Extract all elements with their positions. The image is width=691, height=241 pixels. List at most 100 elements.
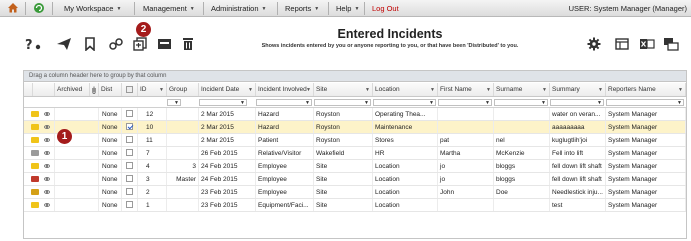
cell-reporter: System Manager bbox=[606, 147, 686, 159]
inbox-icon[interactable] bbox=[157, 37, 175, 51]
group-by-bar[interactable]: Drag a column header here to group by th… bbox=[24, 71, 686, 82]
menu-help[interactable]: Help ▼ bbox=[336, 0, 359, 17]
question-icon[interactable]: ? bbox=[25, 37, 43, 53]
row-checkbox[interactable] bbox=[126, 123, 133, 130]
gear-icon[interactable] bbox=[587, 37, 605, 51]
cell-id[interactable]: 4 bbox=[138, 160, 167, 172]
cell-first: Martha bbox=[438, 147, 494, 159]
row-checkbox[interactable] bbox=[126, 110, 133, 117]
cell-dist: None bbox=[99, 121, 122, 133]
cell-id[interactable]: 2 bbox=[138, 186, 167, 198]
cell-id[interactable]: 10 bbox=[138, 121, 167, 133]
cell-date: 2 Mar 2015 bbox=[199, 108, 256, 120]
col-group[interactable]: Group bbox=[167, 83, 199, 96]
status-envelope-icon bbox=[31, 110, 39, 117]
menu-my-workspace[interactable]: My Workspace ▼ bbox=[64, 0, 121, 17]
col-incident-date[interactable]: Incident Date ▼ bbox=[199, 83, 256, 96]
cell-id[interactable]: 7 bbox=[138, 147, 167, 159]
table-row[interactable]: None 12 2 Mar 2015 Hazard Royston Operating T… bbox=[24, 108, 686, 121]
cell-dist: None bbox=[99, 147, 122, 159]
table-row[interactable]: None 4 3 24 Feb 2015 Employee Site Location jo b… bbox=[24, 160, 686, 173]
filter-first-name[interactable]: ▼ bbox=[438, 99, 492, 106]
filter-reporters-name[interactable]: ▼ bbox=[606, 99, 684, 106]
cell-id[interactable]: 3 bbox=[138, 173, 167, 185]
filter-group[interactable]: ▼ bbox=[167, 99, 181, 106]
table-row[interactable]: None 1 23 Feb 2015 Equipment/Faci... Site Loc… bbox=[24, 199, 686, 212]
cell-date: 23 Feb 2015 bbox=[199, 186, 256, 198]
cell-first: jo bbox=[438, 173, 494, 185]
filter-site[interactable]: ▼ bbox=[314, 99, 371, 106]
col-archived[interactable]: Archived bbox=[55, 83, 90, 96]
cell-site: Royston bbox=[314, 108, 373, 120]
menu-reports[interactable]: Reports ▼ bbox=[285, 0, 319, 17]
col-surname[interactable]: Surname ▼ bbox=[494, 83, 550, 96]
logout-link[interactable]: Log Out bbox=[372, 0, 399, 17]
columns-icon[interactable] bbox=[663, 37, 681, 51]
view-eye-icon[interactable] bbox=[44, 138, 50, 142]
view-eye-icon[interactable] bbox=[44, 164, 50, 168]
cell-id[interactable]: 11 bbox=[138, 134, 167, 146]
cell-id[interactable]: 1 bbox=[138, 199, 167, 211]
row-checkbox[interactable] bbox=[126, 175, 133, 182]
filter-incident-date[interactable]: ▼ bbox=[199, 99, 247, 106]
cell-group bbox=[167, 134, 199, 146]
filter-surname[interactable]: ▼ bbox=[494, 99, 548, 106]
row-checkbox[interactable] bbox=[126, 188, 133, 195]
page-title: Entered Incidents bbox=[337, 27, 443, 41]
col-reporters-name[interactable]: Reporters Name ▼ bbox=[606, 83, 686, 96]
cell-summary: Fell into lift bbox=[550, 147, 606, 159]
col-site[interactable]: Site ▼ bbox=[314, 83, 373, 96]
table-row[interactable]: None 11 2 Mar 2015 Patient Royston Stores pat n… bbox=[24, 134, 686, 147]
cell-surname: nel bbox=[494, 134, 550, 146]
col-first-name[interactable]: First Name ▼ bbox=[438, 83, 494, 96]
grid-icon[interactable] bbox=[615, 37, 633, 51]
home-icon[interactable] bbox=[7, 0, 19, 17]
view-eye-icon[interactable] bbox=[44, 125, 50, 129]
col-attachment[interactable] bbox=[90, 83, 99, 96]
excel-icon[interactable] bbox=[639, 37, 657, 51]
col-id[interactable]: ID ▼ bbox=[138, 83, 167, 96]
view-eye-icon[interactable] bbox=[44, 203, 50, 207]
toolbar: ? Entered Incidents Shows incidents ente… bbox=[0, 17, 691, 67]
send-icon[interactable] bbox=[56, 37, 74, 51]
top-menu-bar: My Workspace ▼ Management ▼ Administration… bbox=[0, 0, 691, 17]
table-row[interactable]: None 10 2 Mar 2015 Hazard Royston Maintenance… bbox=[24, 121, 686, 134]
row-checkbox[interactable] bbox=[126, 162, 133, 169]
cell-involved: Employee bbox=[256, 186, 314, 198]
view-eye-icon[interactable] bbox=[44, 112, 50, 116]
view-eye-icon[interactable] bbox=[44, 151, 50, 155]
row-checkbox[interactable] bbox=[126, 201, 133, 208]
filter-location[interactable]: ▼ bbox=[373, 99, 436, 106]
status-envelope-icon bbox=[31, 149, 39, 156]
menu-management[interactable]: Management ▼ bbox=[143, 0, 195, 17]
col-location[interactable]: Location ▼ bbox=[373, 83, 438, 96]
cell-location: Location bbox=[373, 186, 438, 198]
table-row[interactable]: None 7 26 Feb 2015 Relative/Visitor Wakefiel… bbox=[24, 147, 686, 160]
trash-icon[interactable] bbox=[181, 37, 199, 51]
view-eye-icon[interactable] bbox=[44, 177, 50, 181]
table-row[interactable]: None 3 Master 24 Feb 2015 Employee Site Locati… bbox=[24, 173, 686, 186]
row-checkbox[interactable] bbox=[126, 136, 133, 143]
row-checkbox[interactable] bbox=[126, 149, 133, 156]
cell-location: Location bbox=[373, 160, 438, 172]
cell-id[interactable]: 12 bbox=[138, 108, 167, 120]
cell-first bbox=[438, 108, 494, 120]
cell-summary: aaaaaaaaa bbox=[550, 121, 606, 133]
filter-incident-involved[interactable]: ▼ bbox=[256, 99, 312, 106]
filter-summary[interactable]: ▼ bbox=[550, 99, 604, 106]
refresh-icon[interactable] bbox=[33, 0, 45, 17]
table-row[interactable]: None 2 23 Feb 2015 Employee Site Location John… bbox=[24, 186, 686, 199]
menu-administration[interactable]: Administration ▼ bbox=[211, 0, 266, 17]
incidents-grid: Drag a column header here to group by th… bbox=[23, 70, 687, 239]
copy-icon[interactable] bbox=[133, 37, 151, 51]
cell-group bbox=[167, 147, 199, 159]
view-eye-icon[interactable] bbox=[44, 190, 50, 194]
link-icon[interactable] bbox=[108, 37, 126, 51]
cell-summary: fell down lift shaft bbox=[550, 160, 606, 172]
col-summary[interactable]: Summary ▼ bbox=[550, 83, 606, 96]
col-dist[interactable]: Dist bbox=[99, 83, 122, 96]
col-select-all[interactable] bbox=[122, 83, 138, 96]
cell-involved: Employee bbox=[256, 173, 314, 185]
bookmark-icon[interactable] bbox=[84, 37, 102, 52]
col-incident-involved[interactable]: Incident Involved ▼ bbox=[256, 83, 314, 96]
